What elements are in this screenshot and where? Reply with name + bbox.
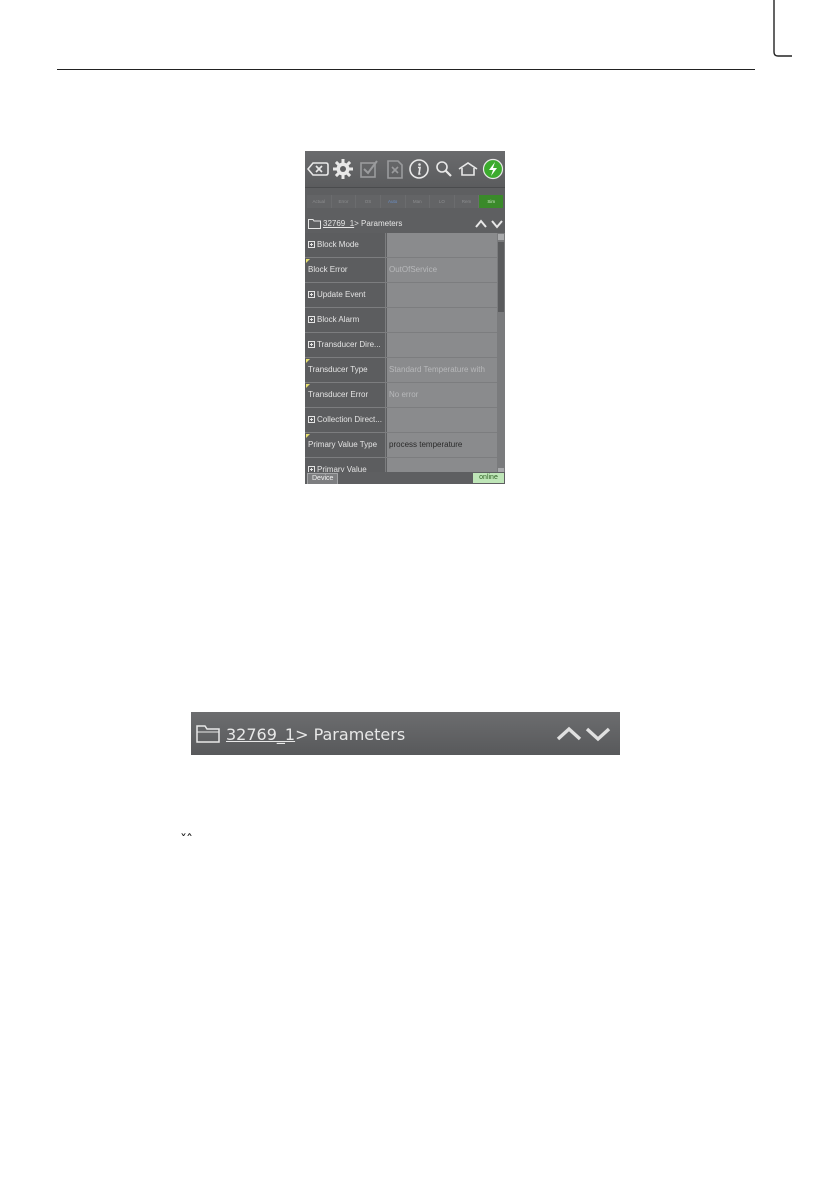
folder-icon[interactable] bbox=[308, 218, 321, 229]
parameter-row[interactable]: Block Mode bbox=[305, 233, 497, 258]
scroll-up-arrow[interactable] bbox=[498, 234, 504, 240]
breadcrumb-rest: > Parameters bbox=[295, 725, 406, 744]
nav-bar: 32769_1> Parameters bbox=[305, 216, 505, 231]
breadcrumb-rest: > Parameters bbox=[354, 219, 403, 228]
mode-cell: Error bbox=[331, 195, 356, 208]
chevron-up-icon[interactable] bbox=[556, 726, 582, 742]
mode-cell: Sim bbox=[479, 195, 503, 208]
device-tab[interactable]: Device bbox=[307, 473, 339, 484]
parameter-name[interactable]: Transducer Type bbox=[305, 358, 386, 382]
expand-plus-icon[interactable] bbox=[308, 316, 315, 323]
parameter-label: Block Mode bbox=[317, 240, 359, 249]
mode-cell: Actual bbox=[307, 195, 331, 208]
parameter-row[interactable]: Block Error OutOfService bbox=[305, 258, 497, 283]
mode-cell: LO bbox=[430, 195, 454, 208]
parameter-value[interactable] bbox=[387, 408, 497, 432]
edit-flag-icon bbox=[306, 384, 310, 388]
parameter-list: Block Mode Block Error OutOfService Update … bbox=[305, 233, 497, 476]
parameter-label: Collection Direct... bbox=[317, 415, 382, 424]
parameter-label: Transducer Error bbox=[308, 390, 369, 399]
scrollbar[interactable] bbox=[497, 233, 505, 476]
status-bar: Device online bbox=[305, 472, 505, 484]
toolbar-separator bbox=[305, 187, 505, 188]
parameter-value[interactable]: No error bbox=[387, 383, 497, 407]
edit-flag-icon bbox=[306, 259, 310, 263]
chevron-down-icon[interactable] bbox=[491, 219, 503, 229]
parameter-name[interactable]: Block Error bbox=[305, 258, 386, 282]
inline-chevron-glyphs: ˇˆ bbox=[180, 833, 193, 849]
parameter-name[interactable]: Collection Direct... bbox=[305, 408, 386, 432]
parameter-row[interactable]: Transducer Error No error bbox=[305, 383, 497, 408]
backspace-icon[interactable] bbox=[307, 158, 329, 180]
parameter-row[interactable]: Update Event bbox=[305, 283, 497, 308]
scroll-thumb[interactable] bbox=[498, 242, 504, 312]
parameter-name[interactable]: Transducer Error bbox=[305, 383, 386, 407]
breadcrumb: 32769_1> Parameters bbox=[226, 725, 405, 744]
search-icon[interactable] bbox=[433, 158, 455, 180]
info-icon[interactable] bbox=[408, 158, 430, 180]
parameter-name[interactable]: Block Mode bbox=[305, 233, 386, 257]
parameter-label: Primary Value Type bbox=[308, 440, 378, 449]
mode-cell: OS bbox=[356, 195, 380, 208]
parameter-row[interactable]: Transducer Type Standard Temperature with bbox=[305, 358, 497, 383]
device-screenshot: Actual Error OS Auto Man LO Rem Sim 32769_1> Pa… bbox=[305, 151, 505, 484]
parameter-value[interactable] bbox=[387, 333, 497, 357]
parameter-row[interactable]: Primary Value Type process temperature bbox=[305, 433, 497, 458]
folder-icon[interactable] bbox=[196, 724, 220, 743]
home-icon[interactable] bbox=[457, 158, 479, 180]
mode-cell: Rem bbox=[454, 195, 479, 208]
parameter-label: Block Alarm bbox=[317, 315, 360, 324]
parameter-name[interactable]: Block Alarm bbox=[305, 308, 386, 332]
page-corner-bracket bbox=[773, 0, 792, 57]
mode-cell: Auto bbox=[380, 195, 405, 208]
nav-bar-zoomed: 32769_1> Parameters bbox=[191, 712, 620, 755]
expand-plus-icon[interactable] bbox=[308, 416, 315, 423]
gear-icon[interactable] bbox=[332, 158, 354, 180]
parameter-value[interactable] bbox=[387, 233, 497, 257]
parameter-value[interactable] bbox=[387, 308, 497, 332]
parameter-value[interactable] bbox=[387, 283, 497, 307]
breadcrumb-link[interactable]: 32769_1 bbox=[226, 725, 295, 744]
online-lightning-icon[interactable] bbox=[482, 158, 504, 180]
parameter-value[interactable]: OutOfService bbox=[387, 258, 497, 282]
toolbar bbox=[305, 151, 505, 187]
parameter-label: Block Error bbox=[308, 265, 348, 274]
check-icon[interactable] bbox=[358, 158, 380, 180]
breadcrumb: 32769_1> Parameters bbox=[323, 219, 402, 228]
parameter-row[interactable]: Transducer Dire... bbox=[305, 333, 497, 358]
chevron-up-icon[interactable] bbox=[475, 219, 487, 229]
edit-flag-icon bbox=[306, 434, 310, 438]
parameter-label: Transducer Type bbox=[308, 365, 368, 374]
mode-bar: Actual Error OS Auto Man LO Rem Sim bbox=[307, 195, 503, 208]
parameter-value[interactable]: Standard Temperature with bbox=[387, 358, 497, 382]
page-rule bbox=[57, 69, 755, 70]
connection-status: online bbox=[473, 473, 504, 483]
parameter-value[interactable]: process temperature bbox=[387, 433, 497, 457]
parameter-label: Transducer Dire... bbox=[317, 340, 381, 349]
expand-plus-icon[interactable] bbox=[308, 291, 315, 298]
parameter-row[interactable]: Collection Direct... bbox=[305, 408, 497, 433]
edit-flag-icon bbox=[306, 359, 310, 363]
expand-plus-icon[interactable] bbox=[308, 341, 315, 348]
parameter-name[interactable]: Transducer Dire... bbox=[305, 333, 386, 357]
parameter-name[interactable]: Update Event bbox=[305, 283, 386, 307]
cancel-icon[interactable] bbox=[384, 158, 406, 180]
parameter-label: Update Event bbox=[317, 290, 366, 299]
mode-cell: Man bbox=[405, 195, 430, 208]
breadcrumb-link[interactable]: 32769_1 bbox=[323, 219, 354, 228]
parameter-row[interactable]: Block Alarm bbox=[305, 308, 497, 333]
chevron-down-icon[interactable] bbox=[585, 726, 611, 742]
expand-plus-icon[interactable] bbox=[308, 241, 315, 248]
parameter-name[interactable]: Primary Value Type bbox=[305, 433, 386, 457]
